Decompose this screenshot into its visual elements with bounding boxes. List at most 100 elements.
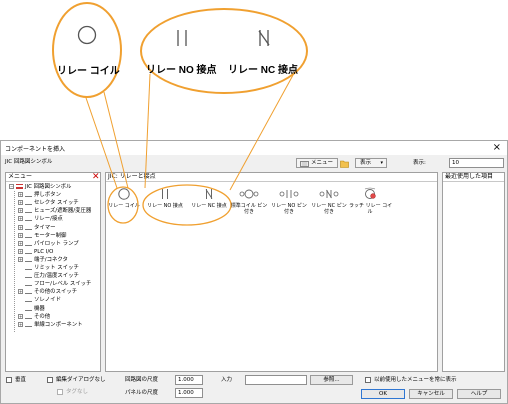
symbol-icon [25,241,32,246]
tree-item[interactable]: + その他 [18,313,50,321]
menu-icon [300,161,309,167]
cancel-button[interactable]: キャンセル [409,389,453,399]
tree-item-label: ヒューズ/遮断器/変圧器 [34,208,92,215]
tree-item[interactable]: + 押しボタン [18,191,61,199]
display-dropdown[interactable]: 表示 ▾ [355,158,387,168]
component-latch-relay-coil[interactable]: ラッチ リレー コイ ル [349,187,392,215]
tree-item-label: その他 [34,313,51,320]
expand-icon[interactable]: + [18,216,23,222]
collapse-icon[interactable]: − [9,184,14,189]
tree-item-label: PLC I/O [34,248,54,255]
component-label: リレー NC 接点 [191,203,227,209]
tree-item[interactable]: 圧力/温度スイッチ [18,272,79,280]
close-icon[interactable]: × [493,142,501,153]
tree-item-label: 機器 [34,305,45,312]
tree-item-label: 単線コンポーネント [34,321,83,328]
tree-item-label: モーター制御 [34,232,67,239]
vertical-checkbox[interactable] [6,377,12,383]
component-relay-nc-pin[interactable]: リレー NC ピン 付き [309,187,349,215]
tree-item[interactable]: + ヒューズ/遮断器/変圧器 [18,207,91,215]
tree-item-label: フロー/レベル スイッチ [34,281,92,288]
component-relay-no-contact[interactable]: リレー NO 接点 [144,187,186,209]
tree-item[interactable]: + パイロット ランプ [18,240,79,248]
relay-no-contact-icon [177,30,187,46]
relay-coil-icon [118,188,130,200]
panel-scale-label: パネルの尺度 [125,390,159,396]
no-tag-label: タグなし [66,389,89,395]
symbol-icon [25,322,32,327]
expand-icon[interactable]: + [18,289,23,295]
menu-button[interactable]: メニュー [296,158,338,168]
components-panel: JIC: リレーと接点 リレー コイル リレー NO 接点 リレー NC 接点 [105,172,438,372]
tree-item[interactable]: フロー/レベル スイッチ [18,280,91,288]
expand-icon[interactable]: + [18,200,23,206]
browse-button[interactable]: 参照... [310,375,353,385]
symbol-icon [25,314,32,319]
panel-scale-input[interactable]: 1.000 [175,388,203,398]
component-label-line2: ル [367,209,373,215]
close-icon[interactable]: ✕ [92,172,100,182]
symbol-icon [25,200,32,206]
ok-button[interactable]: OK [361,389,405,399]
tree-item-label: その他のスイッチ [34,289,78,296]
chevron-down-icon: ▾ [380,160,383,166]
symbol-icon [25,225,32,230]
tree-item-label: ソレノイド [34,297,61,304]
tree-item[interactable]: + セレクタ スイッチ [18,199,79,207]
relay-nc-contact-icon [258,30,270,46]
symbol-icon [25,289,32,295]
dialog-subtitle: JIC 回路図シンボル [5,159,53,165]
component-label: リレー コイル [108,203,140,209]
tree-item[interactable]: + PLC I/O [18,248,53,256]
dialog-title: コンポーネントを挿入 [5,146,66,153]
relay-no-contact-icon [162,189,168,199]
component-relay-nc-contact[interactable]: リレー NC 接点 [188,187,230,209]
tree-item-label: 端子/コネクタ [34,256,68,263]
component-standard-coil-pin[interactable]: 標準コイル ピン 付き [230,187,268,215]
tree-item[interactable]: 機器 [18,305,45,313]
tree-root[interactable]: − JIC 回路図シンボル [9,183,71,191]
no-tag-checkbox[interactable] [57,389,63,395]
expand-icon[interactable]: + [18,192,23,198]
component-label: リレー NO 接点 [147,203,183,209]
display-size-input[interactable]: 10 [449,158,504,168]
expand-icon[interactable]: + [18,240,23,246]
expand-icon[interactable]: + [18,224,23,230]
expand-icon[interactable]: + [18,248,23,254]
always-show-checkbox[interactable] [365,377,371,383]
relay-nc-pin-icon [319,189,339,199]
symbol-icon [25,208,32,214]
tree-item[interactable]: ソレノイド [18,296,61,304]
no-edit-dialog-checkbox[interactable] [47,377,53,383]
expand-icon[interactable]: + [18,232,23,238]
tree-item[interactable]: + 端子/コネクタ [18,256,68,264]
tree-item-label: JIC 回路図シンボル [25,184,72,190]
tree-item[interactable]: リミット スイッチ [18,264,79,272]
expand-icon[interactable]: + [18,321,23,327]
expand-icon[interactable]: + [18,256,23,262]
tree-item[interactable]: + タイマー [18,224,56,232]
scale-input[interactable]: 1.000 [175,375,203,385]
expand-icon[interactable]: + [18,208,23,214]
tree-guide-line [14,191,15,332]
always-show-label: 以前使用したメニューを常に表示 [374,377,457,383]
relay-no-pin-icon [279,190,299,198]
symbol-icon [25,233,32,238]
tree-item-label: リレー/接点 [34,216,63,223]
component-relay-no-pin[interactable]: リレー NO ピン 付き [269,187,309,215]
symbol-icon [25,216,32,222]
input-field[interactable] [245,375,307,385]
display-size-label: 表示: [413,160,426,166]
recent-panel-header: 最近使用した項目 [443,173,504,182]
tree-item[interactable]: + 単線コンポーネント [18,321,83,329]
tree-item[interactable]: + モーター制御 [18,232,66,240]
tree-item[interactable]: + その他のスイッチ [18,288,77,296]
folder-icon[interactable] [340,159,349,168]
symbol-icon [25,306,32,311]
help-button[interactable]: ヘルプ [457,389,501,399]
tree-item[interactable]: + リレー/接点 [18,215,63,223]
display-dropdown-label: 表示 [360,160,372,166]
component-relay-coil[interactable]: リレー コイル [108,187,140,209]
insert-component-dialog: コンポーネントを挿入 × JIC 回路図シンボル メニュー 表示 ▾ 表示: 1… [0,140,508,404]
expand-icon[interactable]: + [18,313,23,319]
